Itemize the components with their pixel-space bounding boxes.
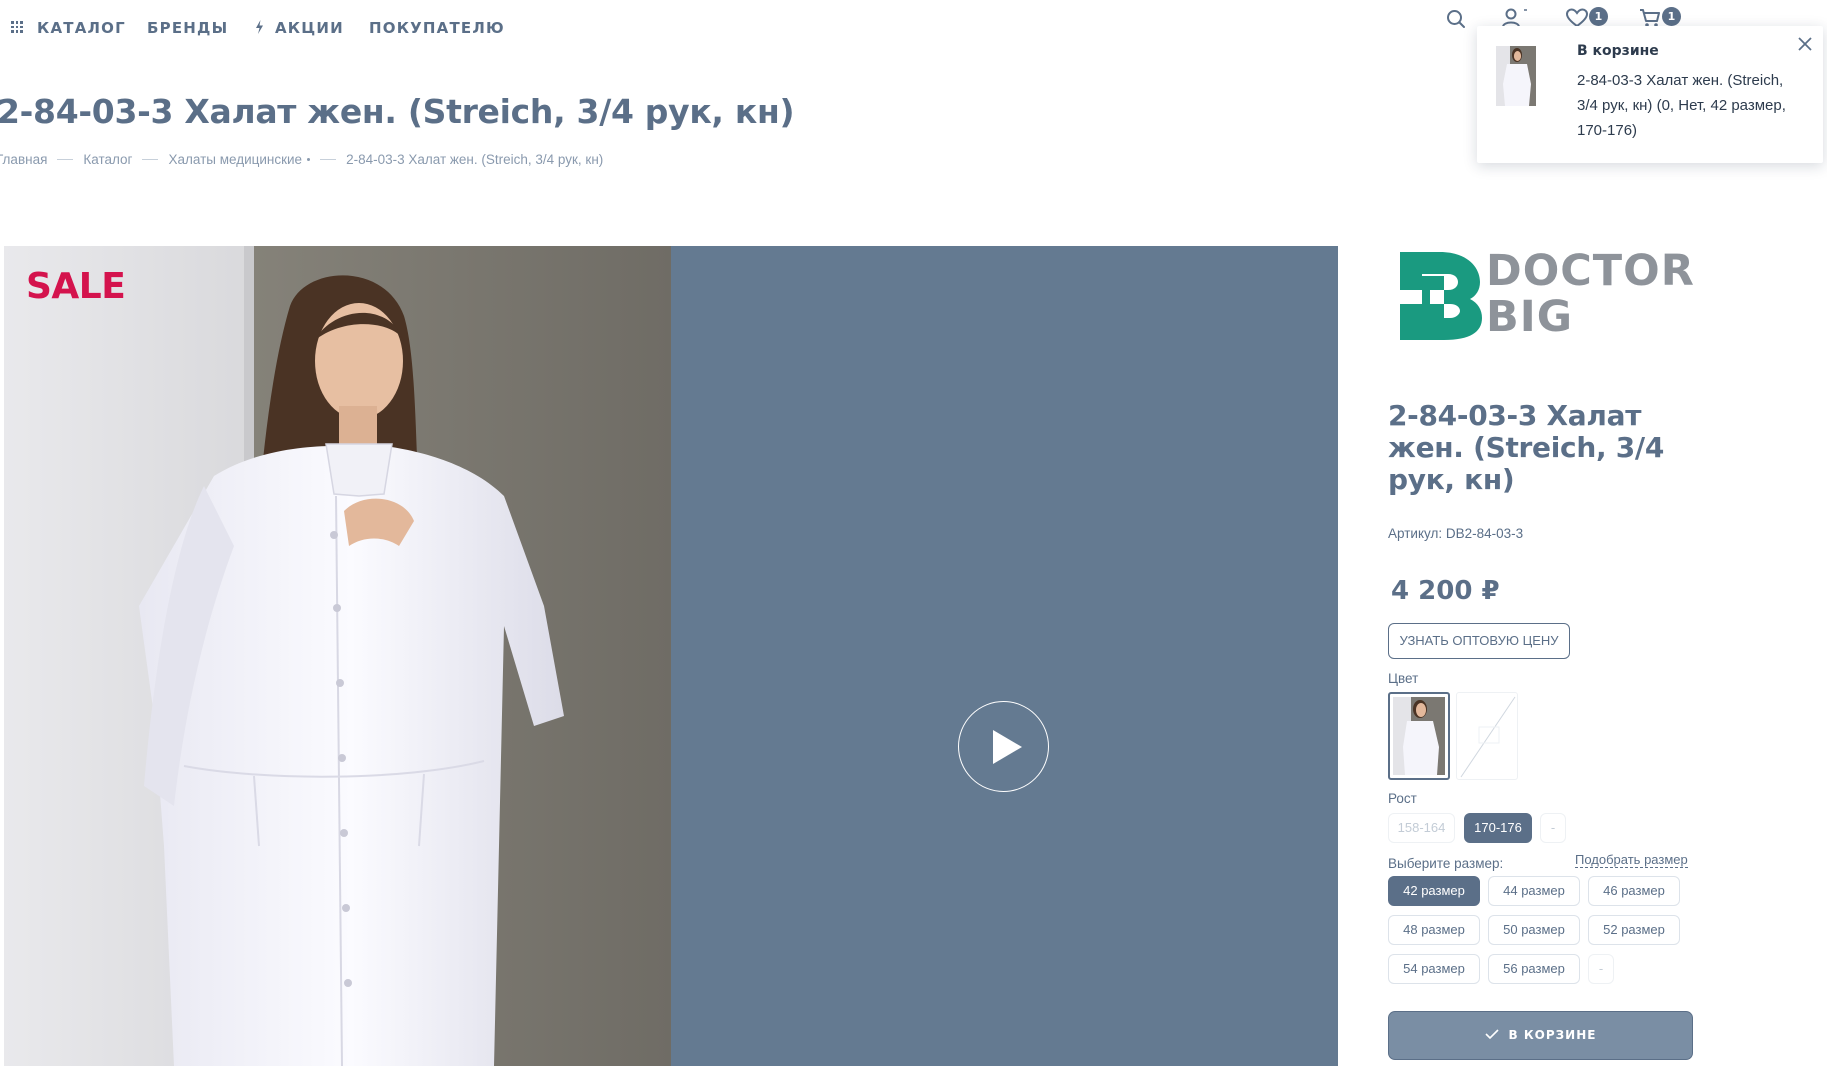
model-photo-illustration xyxy=(4,246,671,1066)
breadcrumb-category[interactable]: Халаты медицинские xyxy=(168,152,302,167)
height-option-empty[interactable]: - xyxy=(1540,813,1566,843)
in-cart-button[interactable]: В КОРЗИНЕ xyxy=(1388,1011,1693,1060)
nav-item-brands[interactable]: БРЕНДЫ xyxy=(147,19,228,37)
color-swatch-thumbnail xyxy=(1393,697,1445,775)
product-video[interactable] xyxy=(671,246,1338,1066)
nav-item-customers[interactable]: ПОКУПАТЕЛЮ xyxy=(369,19,505,37)
wholesale-price-button[interactable]: УЗНАТЬ ОПТОВУЮ ЦЕНУ xyxy=(1388,623,1570,659)
size-option-44[interactable]: 44 размер xyxy=(1488,876,1580,906)
product-sku: Артикул: DB2-84-03-3 xyxy=(1388,526,1524,541)
color-label: Цвет xyxy=(1388,671,1419,686)
breadcrumb-separator xyxy=(142,159,159,160)
breadcrumb-current: 2-84-03-3 Халат жен. (Streich, 3/4 рук, … xyxy=(346,152,604,167)
size-option-54[interactable]: 54 размер xyxy=(1388,954,1480,984)
size-option-46[interactable]: 46 размер xyxy=(1588,876,1680,906)
cart-notification-popup: В корзине 2-84-03-3 Халат жен. (Streich,… xyxy=(1477,26,1823,163)
product-title: 2-84-03-3 Халат жен. (Streich, 3/4 рук, … xyxy=(1388,399,1665,496)
size-label: Выберите размер: xyxy=(1388,856,1504,871)
popup-title: В корзине xyxy=(1577,43,1659,59)
color-swatch-selected[interactable] xyxy=(1388,692,1450,780)
catalog-grid-icon[interactable] xyxy=(11,21,23,33)
product-photo[interactable]: SALE xyxy=(4,246,671,1066)
brand-logo-text-1: DOCTOR xyxy=(1486,246,1695,296)
pick-size-link[interactable]: Подобрать размер xyxy=(1575,852,1688,868)
size-option-56[interactable]: 56 размер xyxy=(1488,954,1580,984)
close-icon[interactable] xyxy=(1795,34,1815,54)
height-label: Рост xyxy=(1388,791,1417,806)
nav-item-promotions[interactable]: АКЦИИ xyxy=(275,19,344,37)
size-option-48[interactable]: 48 размер xyxy=(1388,915,1480,945)
sale-badge: SALE xyxy=(26,266,126,307)
page-title: 2-84-03-3 Халат жен. (Streich, 3/4 рук, … xyxy=(0,92,795,131)
size-option-52[interactable]: 52 размер xyxy=(1588,915,1680,945)
popup-thumbnail-image xyxy=(1496,46,1536,106)
nav-item-catalog[interactable]: КАТАЛОГ xyxy=(37,19,126,37)
size-option-50[interactable]: 50 размер xyxy=(1488,915,1580,945)
brand-logo-mark-icon xyxy=(1400,252,1482,340)
check-icon xyxy=(1484,1029,1499,1040)
brand-logo-text-2: BIG xyxy=(1486,292,1574,342)
color-swatch-unavailable[interactable] xyxy=(1456,692,1518,780)
breadcrumb-separator xyxy=(57,159,74,160)
breadcrumb-catalog[interactable]: Каталог xyxy=(83,152,132,167)
popup-product-thumbnail xyxy=(1496,46,1536,106)
height-option-170-176[interactable]: 170-176 xyxy=(1464,813,1532,843)
dropdown-dot-icon[interactable] xyxy=(307,158,311,161)
brand-logo[interactable]: DOCTOR BIG xyxy=(1400,248,1694,342)
lightning-icon xyxy=(256,20,263,34)
unavailable-slash-icon xyxy=(1460,696,1516,778)
size-option-empty[interactable]: - xyxy=(1588,954,1614,984)
in-cart-button-label: В КОРЗИНЕ xyxy=(1508,1028,1597,1042)
breadcrumb-separator xyxy=(320,159,337,160)
cart-count-badge: 1 xyxy=(1662,7,1681,26)
breadcrumb: Главная Каталог Халаты медицинские 2-84-… xyxy=(0,152,603,167)
search-icon[interactable] xyxy=(1445,8,1467,30)
product-price: 4 200 ₽ xyxy=(1391,576,1500,606)
play-button[interactable] xyxy=(958,701,1049,792)
play-icon xyxy=(993,730,1022,764)
breadcrumb-home[interactable]: Главная xyxy=(0,152,47,167)
popup-product-text: 2-84-03-3 Халат жен. (Streich, 3/4 рук, … xyxy=(1577,72,1786,139)
size-option-42[interactable]: 42 размер xyxy=(1388,876,1480,906)
wishlist-count-badge: 1 xyxy=(1589,7,1608,26)
height-option-158-164[interactable]: 158-164 xyxy=(1388,813,1455,843)
